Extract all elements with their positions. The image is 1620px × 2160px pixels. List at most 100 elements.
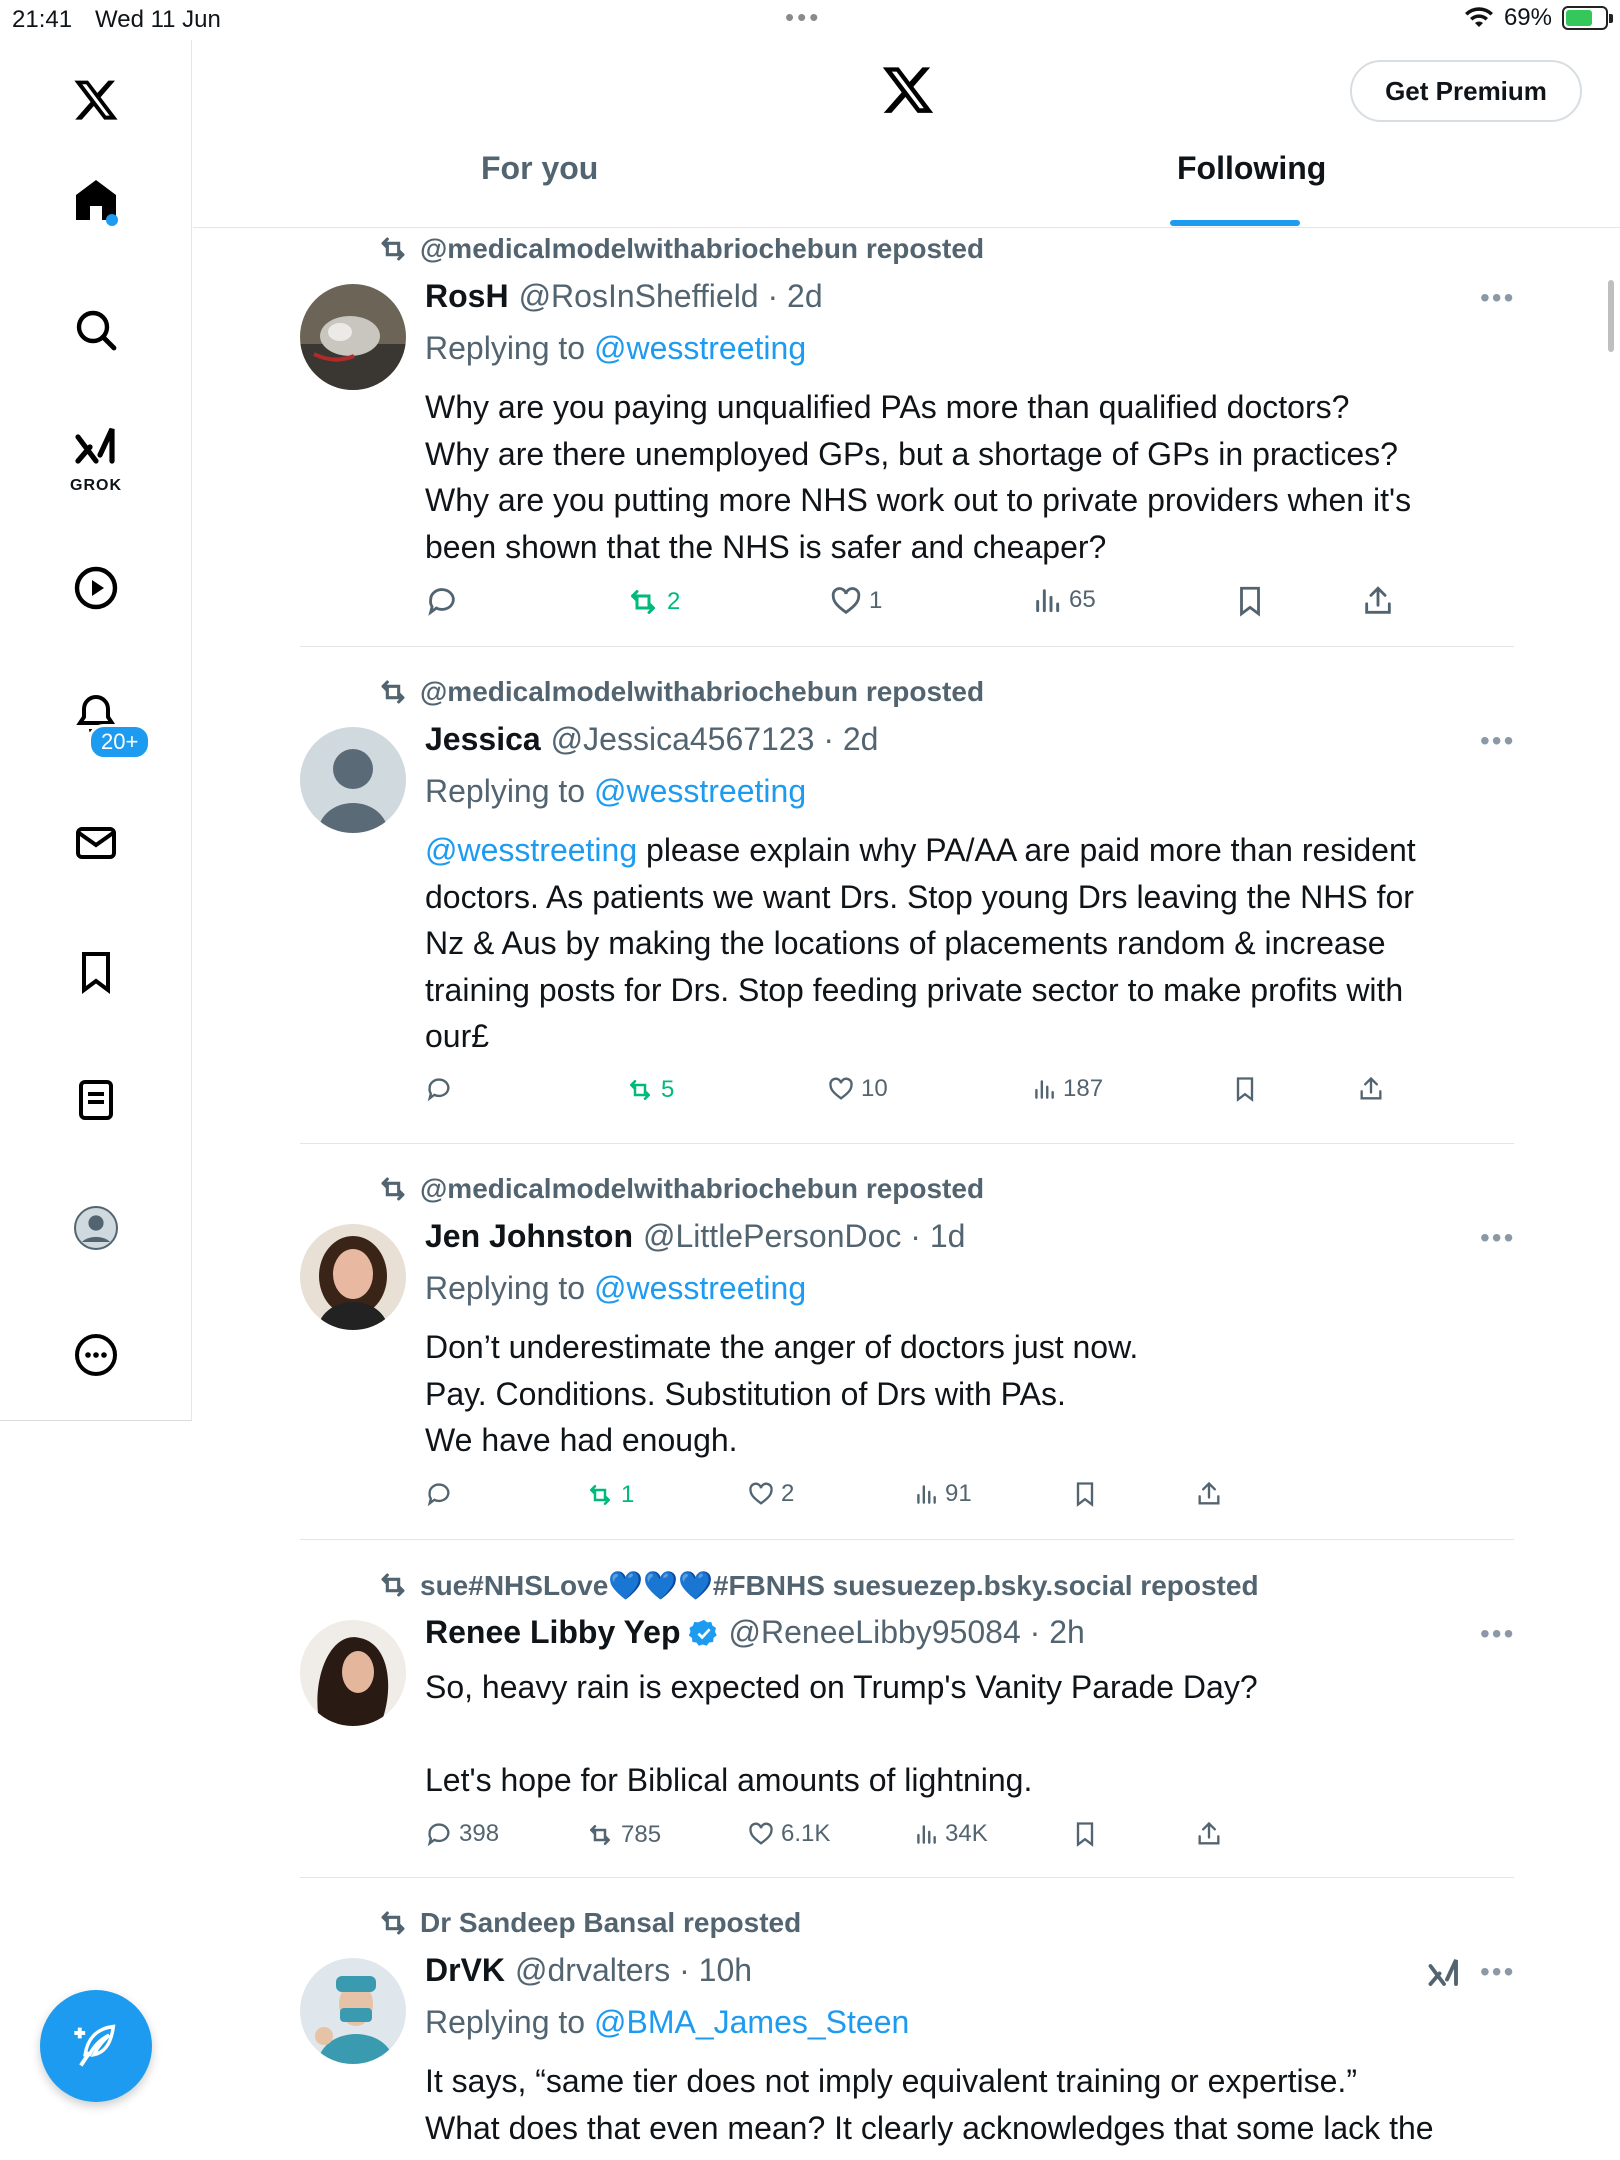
doctor-avatar-image [300,1958,406,2064]
get-premium-button[interactable]: Get Premium [1350,60,1582,122]
avatar[interactable] [300,1958,406,2064]
views-button[interactable]: 34K [913,1820,988,1848]
more-options-button[interactable]: ••• [1480,282,1515,314]
nav-messages[interactable] [0,793,192,893]
grok-explain-button[interactable] [1426,1954,1462,1995]
status-bar: 21:41 Wed 11 Jun ••• 69% [0,0,1620,40]
replying-to: Replying to @wesstreeting [425,330,806,367]
reply-button[interactable] [425,584,465,618]
author-name[interactable]: DrVK [425,1952,505,1989]
header-x-logo[interactable] [880,62,936,123]
more-options-button[interactable]: ••• [1480,1618,1515,1650]
play-icon [74,566,118,610]
tweet-jen-johnston[interactable]: @medicalmodelwithabriochebun reposted Je… [300,1170,1514,1540]
repost-button[interactable]: 5 [625,1075,674,1105]
replying-mention[interactable]: @wesstreeting [594,330,806,366]
reply-button[interactable] [425,1075,459,1103]
tweet-rosh[interactable]: @medicalmodelwithabriochebun reposted Ro… [300,230,1514,650]
bookmark-button[interactable] [1231,1075,1259,1103]
reposted-by[interactable]: sue#NHSLove💙💙💙#FBNHS suesuezep.bsky.soci… [420,1569,1259,1602]
author-name[interactable]: Jen Johnston [425,1218,633,1255]
avatar[interactable] [300,1224,406,1330]
repost-small-icon [376,232,410,266]
share-button[interactable] [1195,1480,1223,1508]
author-handle[interactable]: @RosInSheffield · 2d [519,278,823,315]
tweet-text: Don’t underestimate the anger of doctors… [425,1324,1505,1464]
compose-post-button[interactable] [40,1990,152,2102]
views-button[interactable]: 91 [913,1480,972,1508]
bookmark-button[interactable] [1233,584,1267,618]
more-options-button[interactable]: ••• [1480,725,1515,757]
bookmark-button[interactable] [1071,1480,1099,1508]
author-row: DrVK @drvalters · 10h [425,1952,752,1989]
author-row: Renee Libby Yep @ReneeLibby95084 · 2h [425,1614,1085,1651]
author-handle[interactable]: @LittlePersonDoc · 1d [643,1218,965,1255]
views-button[interactable]: 65 [1031,584,1096,616]
share-button[interactable] [1361,584,1395,618]
nav-explore[interactable] [0,280,192,380]
nav-video[interactable] [0,538,192,638]
avatar[interactable] [300,727,406,833]
tab-for-you[interactable]: For you [481,150,598,187]
nav-more[interactable] [0,1305,192,1405]
replying-mention[interactable]: @BMA_James_Steen [594,2004,909,2040]
person-avatar-image [300,1224,406,1330]
tweet-first-line: @wesstreeting please explain why PA/AA a… [425,827,1505,874]
author-name[interactable]: Renee Libby Yep [425,1614,681,1651]
author-name[interactable]: RosH [425,278,509,315]
nav-lists[interactable] [0,1050,192,1150]
share-button[interactable] [1195,1820,1223,1848]
author-name[interactable]: Jessica [425,721,541,758]
scrollbar[interactable] [1608,280,1614,352]
mention-link[interactable]: @wesstreeting [425,832,637,868]
views-button[interactable]: 187 [1031,1075,1103,1103]
notifications-badge: 20+ [88,724,152,760]
tweet-jessica[interactable]: @medicalmodelwithabriochebun reposted Je… [300,673,1514,1143]
tab-following[interactable]: Following [1177,150,1326,187]
replying-mention[interactable]: @wesstreeting [594,773,806,809]
avatar[interactable] [300,1620,406,1726]
tweet-line: been shown that the NHS is safer and che… [425,528,1107,565]
reply-button[interactable]: 398 [425,1820,499,1848]
reply-count: 398 [459,1820,500,1847]
tweet-text: @wesstreeting please explain why PA/AA a… [425,827,1505,1060]
repost-button[interactable]: 1 [585,1480,634,1510]
reply-icon [425,1075,453,1103]
x-logo[interactable] [0,50,192,150]
bookmark-icon [82,952,110,994]
avatar[interactable] [300,284,406,390]
nav-home[interactable] [0,150,192,250]
like-button[interactable]: 10 [827,1075,888,1103]
tweet-actions: 398 785 6.1K 34K [425,1820,1445,1860]
nav-bookmarks[interactable] [0,922,192,1022]
tweet-renee-libby-yep[interactable]: sue#NHSLove💙💙💙#FBNHS suesuezep.bsky.soci… [300,1566,1514,1876]
nav-profile[interactable] [0,1178,192,1278]
author-handle[interactable]: @drvalters · 10h [515,1952,752,1989]
reposted-by[interactable]: @medicalmodelwithabriochebun reposted [420,233,984,265]
more-options-button[interactable]: ••• [1480,1956,1515,1988]
replying-mention[interactable]: @wesstreeting [594,1270,806,1306]
grok-label: GROK [70,477,122,494]
like-button[interactable]: 2 [747,1480,794,1508]
tweet-line: What does that even mean? It clearly ack… [425,2109,1434,2146]
more-options-button[interactable]: ••• [1480,1222,1515,1254]
tweet-drvk[interactable]: Dr Sandeep Bansal reposted DrVK @drvalte… [300,1904,1514,2160]
like-button[interactable]: 1 [829,584,882,618]
reposted-by[interactable]: @medicalmodelwithabriochebun reposted [420,1173,984,1205]
multitasking-dots[interactable]: ••• [785,2,821,33]
reposted-by[interactable]: @medicalmodelwithabriochebun reposted [420,676,984,708]
repost-count: 785 [621,1821,662,1848]
compose-feather-icon [74,2024,116,2067]
like-button[interactable]: 6.1K [747,1820,830,1848]
share-button[interactable] [1357,1075,1385,1103]
reply-button[interactable] [425,1480,459,1508]
search-icon [76,310,117,351]
repost-button[interactable]: 785 [585,1820,661,1850]
repost-button[interactable]: 2 [625,584,680,620]
bookmark-button[interactable] [1071,1820,1099,1848]
author-handle[interactable]: @Jessica4567123 · 2d [551,721,879,758]
tweet-line [425,1711,1505,1757]
author-handle[interactable]: @ReneeLibby95084 · 2h [729,1614,1085,1651]
sidebar-divider [0,1420,192,1421]
reposted-by[interactable]: Dr Sandeep Bansal reposted [420,1907,801,1939]
